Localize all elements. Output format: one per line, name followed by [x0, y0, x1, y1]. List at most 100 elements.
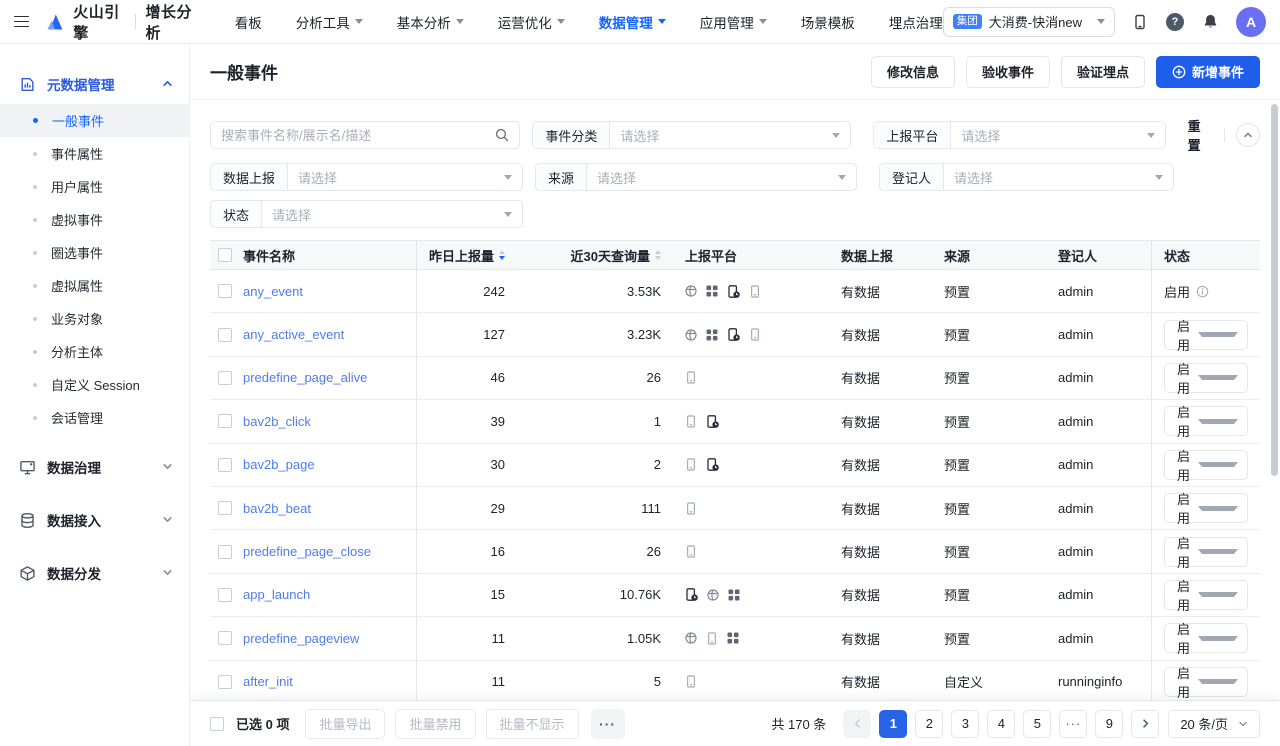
- data-report-cell: 有数据: [833, 487, 936, 529]
- event-name-link[interactable]: any_event: [243, 284, 303, 299]
- sidebar-item-virtual-event[interactable]: 虚拟事件: [0, 203, 189, 236]
- pagination-page-3[interactable]: 3: [951, 710, 979, 738]
- sidebar-item-general-event[interactable]: 一般事件: [0, 104, 189, 137]
- filter-source[interactable]: 来源 请选择: [535, 163, 857, 191]
- nav-item-basic-analysis[interactable]: 基本分析: [397, 12, 464, 32]
- pagination-page-5[interactable]: 5: [1023, 710, 1051, 738]
- row-checkbox[interactable]: [218, 545, 232, 559]
- sidebar-group-header-data-distribution[interactable]: 数据分发: [0, 553, 189, 593]
- row-checkbox[interactable]: [218, 501, 232, 515]
- row-checkbox[interactable]: [218, 284, 232, 298]
- menu-hamburger-icon[interactable]: [14, 16, 29, 28]
- batch-more-button[interactable]: ···: [591, 709, 625, 739]
- event-name-link[interactable]: predefine_pageview: [243, 631, 359, 646]
- pagination-page-4[interactable]: 4: [987, 710, 1015, 738]
- workspace-badge: 集团: [953, 14, 982, 30]
- nav-item-analysis-tools[interactable]: 分析工具: [296, 12, 363, 32]
- nav-item-label: 基本分析: [397, 12, 451, 32]
- filter-event-category[interactable]: 事件分类 请选择: [532, 121, 851, 149]
- nav-item-tracking-governance[interactable]: 埋点治理: [889, 12, 943, 32]
- page-size-select[interactable]: 20 条/页: [1168, 710, 1260, 738]
- pagination-next-button[interactable]: [1131, 710, 1159, 738]
- batch-disable-button[interactable]: 批量禁用: [395, 709, 475, 739]
- select-all-footer-checkbox[interactable]: [210, 717, 224, 731]
- event-name-link[interactable]: app_launch: [243, 587, 310, 602]
- filter-data-report[interactable]: 数据上报 请选择: [210, 163, 523, 191]
- column-header-query30[interactable]: 近30天查询量: [517, 241, 675, 269]
- status-select[interactable]: 启用: [1164, 667, 1248, 697]
- topbar-icons: A: [1131, 7, 1266, 37]
- event-name-link[interactable]: bav2b_page: [243, 457, 315, 472]
- status-select[interactable]: 启用: [1164, 493, 1248, 523]
- status-select[interactable]: 启用: [1164, 623, 1248, 653]
- sidebar-group-header-metadata-management[interactable]: 元数据管理: [0, 64, 189, 104]
- user-avatar[interactable]: A: [1236, 7, 1266, 37]
- column-header-label: 登记人: [1058, 246, 1097, 265]
- sidebar-item-virtual-attributes[interactable]: 虚拟属性: [0, 269, 189, 302]
- row-checkbox[interactable]: [218, 675, 232, 689]
- accept-event-button[interactable]: 验收事件: [966, 56, 1050, 88]
- select-all-checkbox[interactable]: [218, 248, 232, 262]
- add-event-button[interactable]: 新增事件: [1156, 56, 1260, 88]
- event-name-link[interactable]: bav2b_beat: [243, 501, 311, 516]
- query30-count-cell: 111: [517, 487, 675, 529]
- device-preview-icon[interactable]: [1131, 13, 1149, 31]
- filter-status[interactable]: 状态 请选择: [210, 200, 523, 228]
- status-select[interactable]: 启用: [1164, 580, 1248, 610]
- row-checkbox[interactable]: [218, 414, 232, 428]
- sidebar-item-event-attributes[interactable]: 事件属性: [0, 137, 189, 170]
- event-name-link[interactable]: any_active_event: [243, 327, 344, 342]
- modify-info-button[interactable]: 修改信息: [871, 56, 955, 88]
- nav-item-operation-optimize[interactable]: 运营优化: [498, 12, 565, 32]
- pagination-page-1[interactable]: 1: [879, 710, 907, 738]
- row-checkbox[interactable]: [218, 328, 232, 342]
- status-select[interactable]: 启用: [1164, 406, 1248, 436]
- nav-item-data-management[interactable]: 数据管理: [599, 12, 666, 32]
- nav-item-scene-template[interactable]: 场景模板: [801, 12, 855, 32]
- sidebar-item-circle-event[interactable]: 圈选事件: [0, 236, 189, 269]
- pagination-page-9[interactable]: 9: [1095, 710, 1123, 738]
- pagination-page-2[interactable]: 2: [915, 710, 943, 738]
- sidebar-item-session-management[interactable]: 会话管理: [0, 401, 189, 434]
- sidebar-item-custom-session[interactable]: 自定义 Session: [0, 368, 189, 401]
- row-checkbox[interactable]: [218, 588, 232, 602]
- row-checkbox[interactable]: [218, 458, 232, 472]
- notification-bell-icon[interactable]: [1201, 13, 1219, 31]
- nav-item-app-management[interactable]: 应用管理: [700, 12, 767, 32]
- nav-item-dashboard[interactable]: 看板: [235, 12, 262, 32]
- info-icon[interactable]: [1196, 285, 1209, 298]
- pagination-ellipsis[interactable]: ···: [1059, 710, 1087, 738]
- sidebar-group-header-data-governance[interactable]: 数据治理: [0, 447, 189, 487]
- batch-export-button[interactable]: 批量导出: [305, 709, 385, 739]
- reset-button[interactable]: 重置: [1188, 116, 1214, 154]
- row-checkbox[interactable]: [218, 371, 232, 385]
- collapse-filters-button[interactable]: [1236, 123, 1260, 147]
- vertical-scrollbar-thumb[interactable]: [1271, 104, 1278, 476]
- batch-hide-button[interactable]: 批量不显示: [486, 709, 579, 739]
- workspace-select[interactable]: 集团 大消费-快消new: [943, 7, 1115, 37]
- event-name-link[interactable]: predefine_page_alive: [243, 370, 367, 385]
- event-name-cell: predefine_page_close: [210, 530, 417, 572]
- status-select[interactable]: 启用: [1164, 537, 1248, 567]
- event-name-link[interactable]: bav2b_click: [243, 414, 311, 429]
- sidebar-item-business-object[interactable]: 业务对象: [0, 302, 189, 335]
- verify-tracking-button[interactable]: 验证埋点: [1061, 56, 1145, 88]
- help-icon[interactable]: [1166, 13, 1184, 31]
- status-label: 启用: [1165, 359, 1198, 397]
- table-row: after_init115有数据自定义runninginfo启用: [210, 661, 1260, 704]
- column-header-yesterday[interactable]: 昨日上报量: [417, 241, 517, 269]
- sidebar-item-user-attributes[interactable]: 用户属性: [0, 170, 189, 203]
- device-alarm-platform-icon: [727, 285, 740, 298]
- status-select[interactable]: 启用: [1164, 320, 1248, 350]
- event-name-link[interactable]: after_init: [243, 674, 293, 689]
- sidebar-group-header-data-access[interactable]: 数据接入: [0, 500, 189, 540]
- status-select[interactable]: 启用: [1164, 363, 1248, 393]
- filter-report-platform[interactable]: 上报平台 请选择: [873, 121, 1165, 149]
- status-select[interactable]: 启用: [1164, 450, 1248, 480]
- sidebar-item-analysis-subject[interactable]: 分析主体: [0, 335, 189, 368]
- filter-registrant[interactable]: 登记人 请选择: [879, 163, 1174, 191]
- search-input[interactable]: [221, 128, 495, 143]
- pagination-prev-button[interactable]: [843, 710, 871, 738]
- row-checkbox[interactable]: [218, 631, 232, 645]
- event-name-link[interactable]: predefine_page_close: [243, 544, 371, 559]
